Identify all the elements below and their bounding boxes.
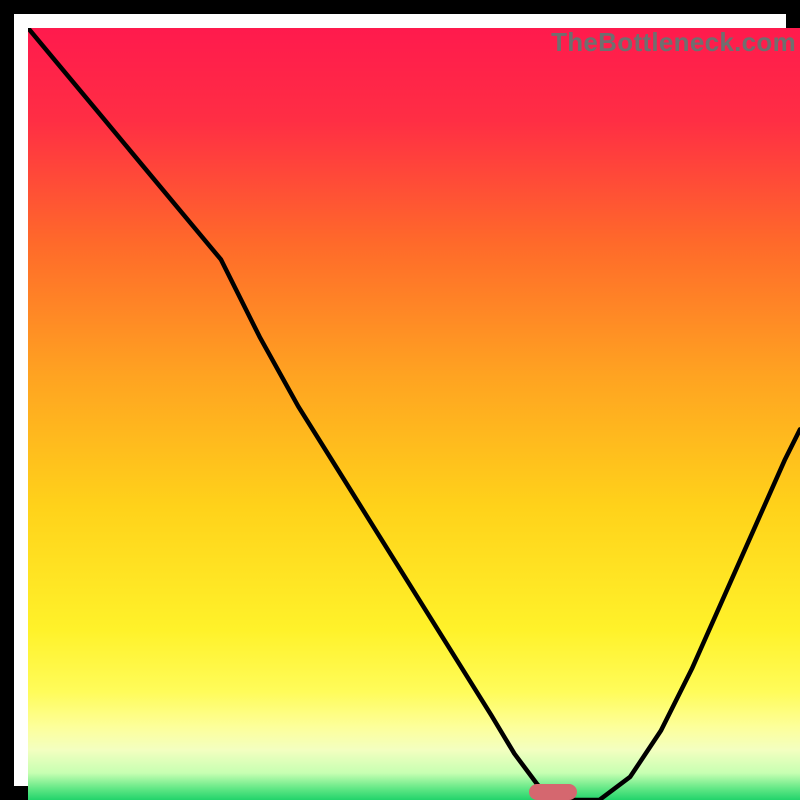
plot-area: TheBottleneck.com: [28, 28, 800, 800]
background-gradient: [28, 28, 800, 800]
chart-frame: TheBottleneck.com: [0, 0, 800, 800]
watermark-text: TheBottleneck.com: [551, 28, 796, 58]
optimum-marker: [529, 784, 577, 800]
